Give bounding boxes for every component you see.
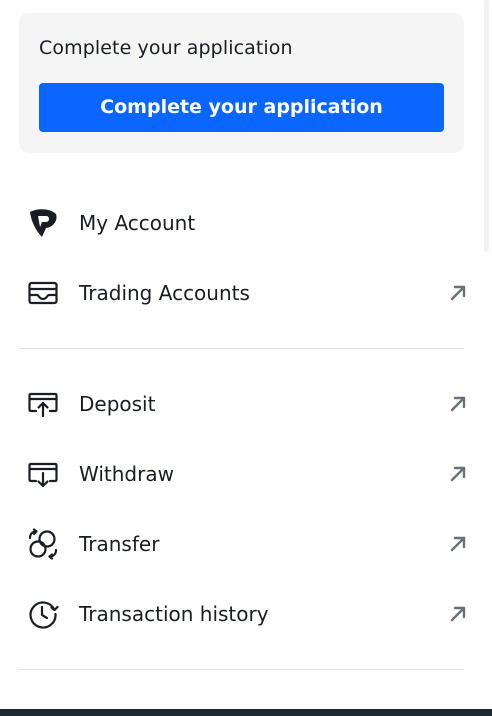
external-arrow-icon xyxy=(447,533,469,555)
menu-item-transaction-history[interactable]: Transaction history xyxy=(19,592,469,636)
complete-application-button[interactable]: Complete your application xyxy=(39,83,444,132)
brand-logo-icon xyxy=(26,206,60,240)
external-arrow-icon xyxy=(447,603,469,625)
menu-item-my-account[interactable]: My Account xyxy=(19,201,469,245)
scrollbar[interactable] xyxy=(484,0,489,252)
menu-item-trading-accounts[interactable]: Trading Accounts xyxy=(19,271,469,315)
menu-item-label: Withdraw xyxy=(79,462,174,486)
deposit-icon xyxy=(26,387,60,421)
withdraw-icon xyxy=(26,457,60,491)
external-arrow-icon xyxy=(447,282,469,304)
menu-item-label: Transaction history xyxy=(79,602,269,626)
menu-item-label: Transfer xyxy=(79,532,160,556)
transfer-icon xyxy=(26,527,60,561)
application-card: Complete your application Complete your … xyxy=(19,13,464,153)
section-divider xyxy=(19,669,464,670)
external-arrow-icon xyxy=(447,463,469,485)
bottom-bar xyxy=(0,709,492,716)
wallet-icon xyxy=(26,276,60,310)
account-menu-panel: Complete your application Complete your … xyxy=(0,0,492,716)
menu-item-label: Deposit xyxy=(79,392,156,416)
application-card-title: Complete your application xyxy=(39,37,293,59)
history-icon xyxy=(26,597,60,631)
menu-item-label: Trading Accounts xyxy=(79,281,250,305)
menu-item-deposit[interactable]: Deposit xyxy=(19,382,469,426)
menu-item-transfer[interactable]: Transfer xyxy=(19,522,469,566)
external-arrow-icon xyxy=(447,393,469,415)
menu-item-withdraw[interactable]: Withdraw xyxy=(19,452,469,496)
menu-item-label: My Account xyxy=(79,211,196,235)
section-divider xyxy=(19,348,464,349)
